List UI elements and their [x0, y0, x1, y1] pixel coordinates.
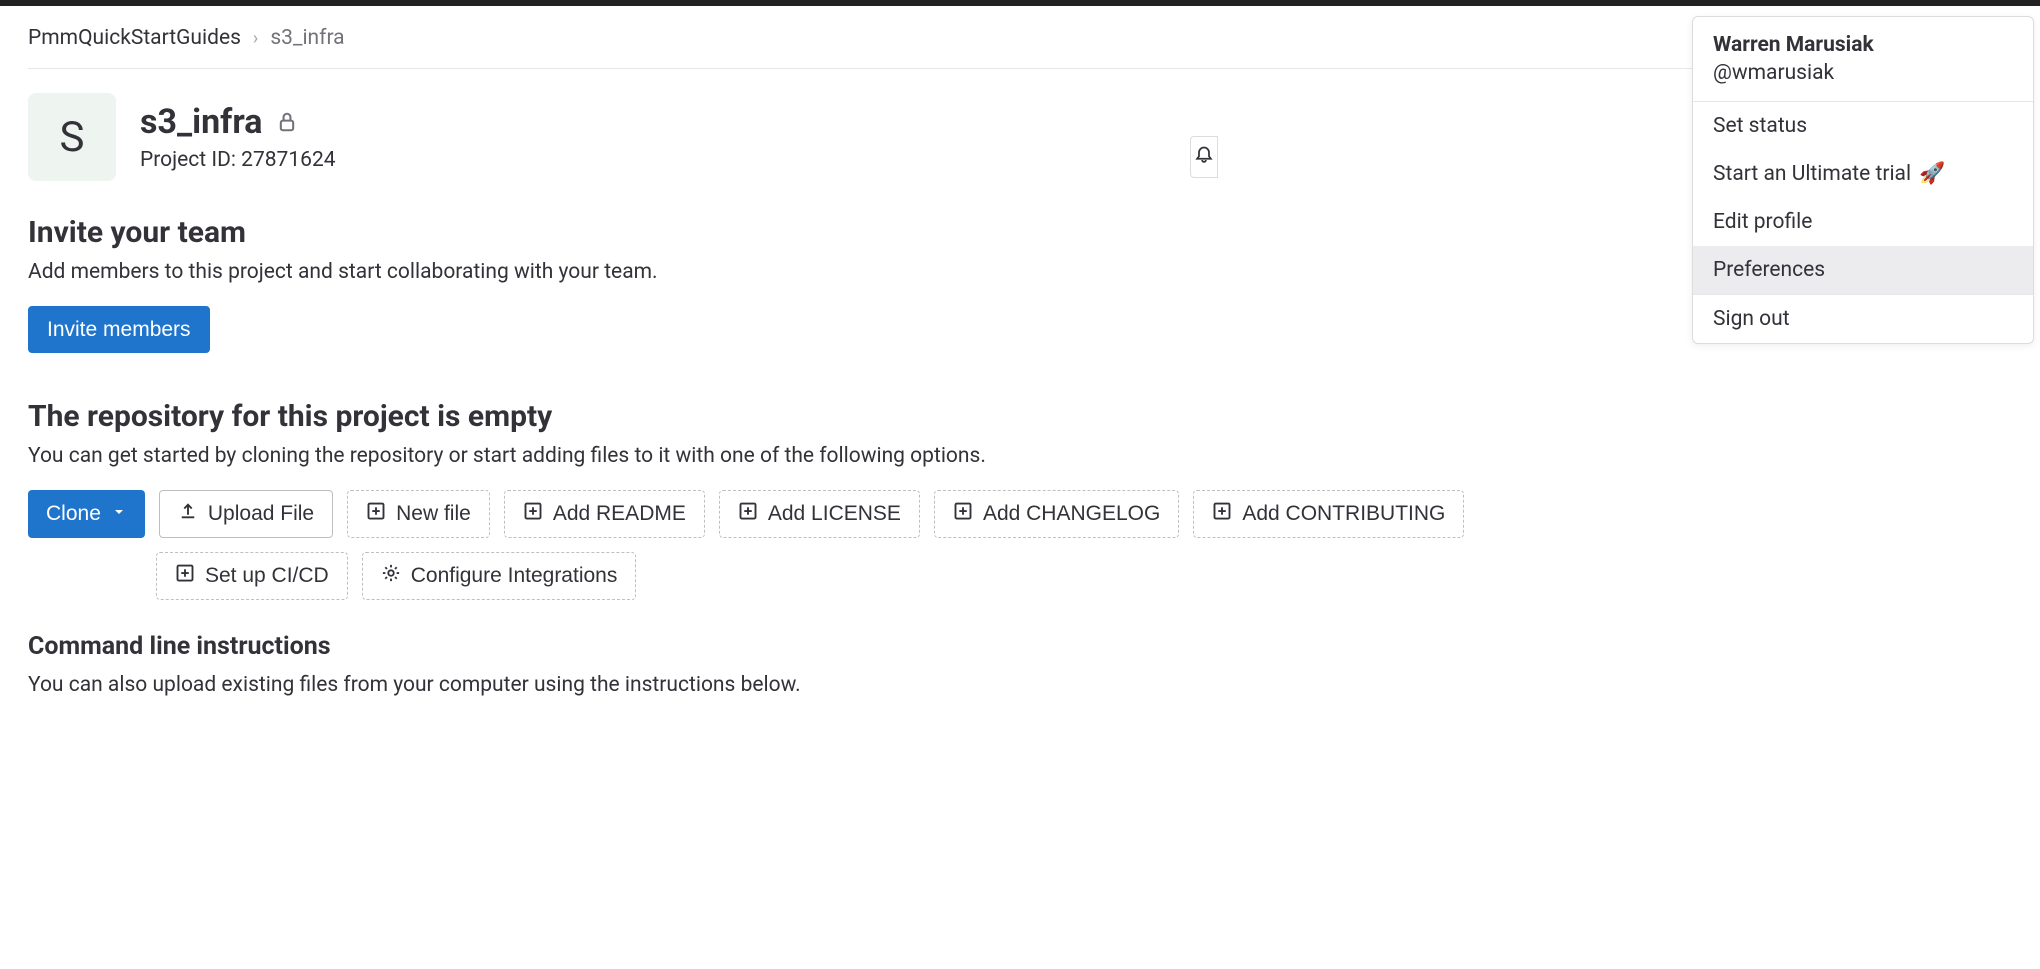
- setup-cicd-label: Set up CI/CD: [205, 564, 329, 588]
- notification-bell-button[interactable]: [1190, 136, 1218, 178]
- gear-icon: [381, 563, 401, 589]
- add-contributing-label: Add CONTRIBUTING: [1242, 502, 1445, 526]
- add-license-label: Add LICENSE: [768, 502, 901, 526]
- lock-icon: [276, 102, 298, 142]
- plus-square-icon: [1212, 501, 1232, 527]
- plus-square-icon: [175, 563, 195, 589]
- project-id: Project ID: 27871624: [140, 148, 336, 172]
- add-changelog-label: Add CHANGELOG: [983, 502, 1160, 526]
- plus-square-icon: [953, 501, 973, 527]
- clone-label: Clone: [46, 502, 101, 526]
- upload-file-label: Upload File: [208, 502, 314, 526]
- clone-button[interactable]: Clone: [28, 490, 145, 538]
- user-handle: @wmarusiak: [1713, 61, 2013, 85]
- menu-set-status[interactable]: Set status: [1693, 102, 2033, 150]
- project-avatar: S: [28, 93, 116, 181]
- plus-square-icon: [523, 501, 543, 527]
- upload-icon: [178, 501, 198, 527]
- repo-empty-title: The repository for this project is empty: [28, 399, 2012, 434]
- add-license-button[interactable]: Add LICENSE: [719, 490, 920, 538]
- repo-empty-section: The repository for this project is empty…: [28, 399, 2012, 600]
- plus-square-icon: [738, 501, 758, 527]
- cli-instructions-subtitle: You can also upload existing files from …: [28, 673, 2012, 697]
- repo-actions-row-1: Clone Upload File New file: [28, 490, 2012, 538]
- configure-integrations-label: Configure Integrations: [411, 564, 618, 588]
- breadcrumb-parent[interactable]: PmmQuickStartGuides: [28, 26, 241, 50]
- chevron-right-icon: ›: [253, 28, 258, 49]
- new-file-label: New file: [396, 502, 471, 526]
- plus-square-icon: [366, 501, 386, 527]
- chevron-down-icon: [111, 502, 127, 526]
- menu-preferences[interactable]: Preferences: [1693, 246, 2033, 294]
- menu-start-trial[interactable]: Start an Ultimate trial 🚀: [1693, 150, 2033, 198]
- project-title-row: s3_infra: [140, 102, 336, 142]
- user-menu-header: Warren Marusiak @wmarusiak: [1693, 17, 2033, 102]
- menu-edit-profile[interactable]: Edit profile: [1693, 198, 2033, 246]
- invite-members-button[interactable]: Invite members: [28, 306, 210, 353]
- bell-icon: [1194, 145, 1214, 169]
- add-readme-label: Add README: [553, 502, 686, 526]
- repo-actions-row-2: Set up CI/CD Configure Integrations: [28, 552, 2012, 600]
- user-name: Warren Marusiak: [1713, 33, 2013, 57]
- start-trial-label: Start an Ultimate trial: [1713, 162, 1911, 186]
- add-changelog-button[interactable]: Add CHANGELOG: [934, 490, 1179, 538]
- upload-file-button[interactable]: Upload File: [159, 490, 333, 538]
- rocket-icon: 🚀: [1919, 162, 1945, 186]
- configure-integrations-button[interactable]: Configure Integrations: [362, 552, 637, 600]
- cli-instructions-title: Command line instructions: [28, 632, 2012, 661]
- setup-cicd-button[interactable]: Set up CI/CD: [156, 552, 348, 600]
- add-readme-button[interactable]: Add README: [504, 490, 705, 538]
- repo-empty-subtitle: You can get started by cloning the repos…: [28, 444, 2012, 468]
- new-file-button[interactable]: New file: [347, 490, 490, 538]
- breadcrumb-current: s3_infra: [270, 26, 344, 50]
- user-menu: Warren Marusiak @wmarusiak Set status St…: [1692, 16, 2034, 344]
- project-name: s3_infra: [140, 102, 262, 142]
- add-contributing-button[interactable]: Add CONTRIBUTING: [1193, 490, 1464, 538]
- menu-sign-out[interactable]: Sign out: [1693, 295, 2033, 343]
